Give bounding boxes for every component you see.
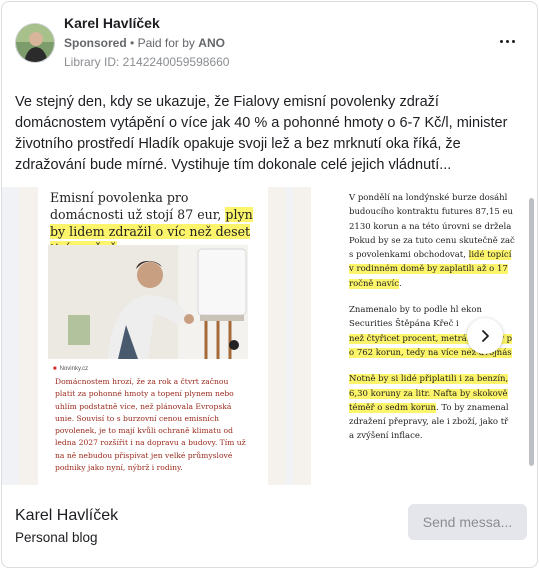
separator: •	[130, 36, 135, 50]
carousel-slide-1[interactable]: Emisní povolenka pro domácnosti už stojí…	[19, 187, 286, 485]
footer-page-name[interactable]: Karel Havlíček	[15, 507, 118, 525]
image-carousel[interactable]: Emisní povolenka pro domácnosti už stojí…	[2, 187, 537, 485]
source-icon: ■	[53, 366, 57, 372]
send-message-button[interactable]: Send messa...	[408, 504, 527, 540]
footer-page-category: Personal blog	[15, 530, 98, 545]
library-id: Library ID: 2142240059598660	[64, 55, 230, 69]
source-badge: ■ Novinky.cz	[53, 366, 88, 372]
ad-body-text: Ve stejný den, kdy se ukazuje, že Fialov…	[15, 94, 508, 173]
paid-for-entity: ANO	[198, 36, 225, 50]
chevron-right-icon	[482, 330, 489, 342]
sponsored-line: Sponsored • Paid for by ANO	[64, 36, 225, 50]
slide-2-paragraph-3: Notně by si lidé připlatili i za benzín,…	[349, 374, 509, 442]
article-excerpt: Domácnostem hrozí, že za rok a čtvrt zač…	[55, 377, 246, 473]
article-photo	[48, 245, 248, 359]
sponsored-label: Sponsored	[64, 36, 127, 50]
more-options-icon[interactable]	[496, 30, 518, 52]
profile-photo-icon	[16, 24, 54, 62]
avatar[interactable]	[15, 23, 55, 63]
scrollbar[interactable]	[529, 198, 534, 466]
page-name[interactable]: Karel Havlíček	[64, 15, 160, 31]
headline-plain: Emisní povolenka pro domácnosti už stojí…	[50, 190, 226, 222]
slide-2-paragraph-1: V pondělí na londýnské burze dosáhl budo…	[349, 193, 515, 289]
technician-photo-icon	[48, 245, 248, 359]
slide-2-text: V pondělí na londýnské burze dosáhl budo…	[349, 191, 529, 456]
paid-for-label: Paid for by	[137, 36, 195, 50]
source-label: Novinky.cz	[59, 366, 89, 372]
ad-card: Karel Havlíček Sponsored • Paid for by A…	[1, 1, 538, 568]
carousel-next-button[interactable]	[467, 318, 503, 354]
ad-header: Karel Havlíček Sponsored • Paid for by A…	[2, 2, 537, 80]
